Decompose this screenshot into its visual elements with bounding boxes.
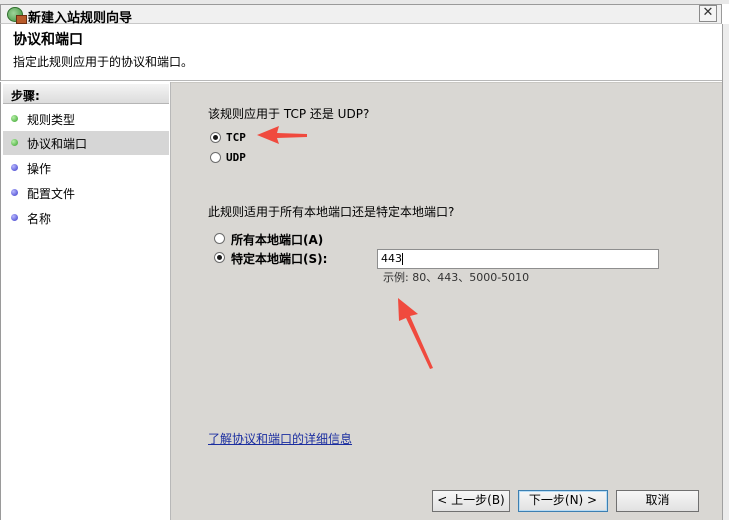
step-label: 名称 (27, 212, 52, 226)
next-button[interactable]: 下一步(N) > (518, 490, 608, 512)
back-button[interactable]: < 上一步(B) (432, 490, 510, 512)
specific-ports-input[interactable]: 443 (377, 249, 659, 269)
specific-ports-radio[interactable] (214, 252, 225, 263)
step-name: 名称 (3, 206, 169, 230)
firewall-app-icon (7, 7, 27, 24)
title-bar[interactable]: 新建入站规则向导 ✕ (0, 4, 722, 26)
steps-heading-label: 步骤: (11, 89, 40, 103)
step-profile: 配置文件 (3, 181, 169, 205)
all-ports-radio[interactable] (214, 233, 225, 244)
udp-radio-label[interactable]: UDP (226, 151, 246, 164)
page-title: 协议和端口 (13, 32, 83, 48)
step-rule-type: 规则类型 (3, 107, 169, 131)
protocol-ports-help-link[interactable]: 了解协议和端口的详细信息 (208, 430, 352, 447)
wizard-header: 协议和端口 指定此规则应用于的协议和端口。 (0, 24, 722, 81)
completed-step-icon (11, 115, 18, 122)
pending-step-icon (11, 164, 18, 171)
tcp-radio-label[interactable]: TCP (226, 131, 246, 144)
udp-radio[interactable] (210, 152, 221, 163)
current-step-icon (11, 139, 18, 146)
ports-question: 此规则适用于所有本地端口还是特定本地端口? (208, 205, 455, 219)
protocol-question: 该规则应用于 TCP 还是 UDP? (208, 107, 370, 121)
step-protocol-and-ports: 协议和端口 (3, 131, 169, 155)
all-ports-radio-label[interactable]: 所有本地端口(A) (231, 231, 323, 248)
page-subtitle: 指定此规则应用于的协议和端口。 (13, 55, 194, 69)
specific-ports-radio-label[interactable]: 特定本地端口(S): (231, 250, 327, 267)
step-action: 操作 (3, 156, 169, 180)
steps-heading: 步骤: (3, 84, 169, 104)
steps-sidebar: 步骤: 规则类型 协议和端口 操作 配置文件 名称 (0, 82, 171, 520)
step-label: 规则类型 (27, 113, 76, 127)
close-button[interactable]: ✕ (699, 5, 717, 22)
wizard-content: 该规则应用于 TCP 还是 UDP? TCP UDP 此规则适用于所有本地端口还… (171, 82, 722, 520)
cancel-button[interactable]: 取消 (616, 490, 699, 512)
ports-example-hint: 示例: 80、443、5000-5010 (383, 271, 530, 284)
specific-ports-value: 443 (381, 252, 402, 265)
pending-step-icon (11, 214, 18, 221)
text-caret (402, 253, 403, 265)
tcp-radio[interactable] (210, 132, 221, 143)
window-edge (722, 24, 729, 520)
pending-step-icon (11, 189, 18, 196)
step-label: 操作 (27, 162, 52, 176)
step-label: 协议和端口 (27, 137, 88, 151)
step-label: 配置文件 (27, 187, 76, 201)
